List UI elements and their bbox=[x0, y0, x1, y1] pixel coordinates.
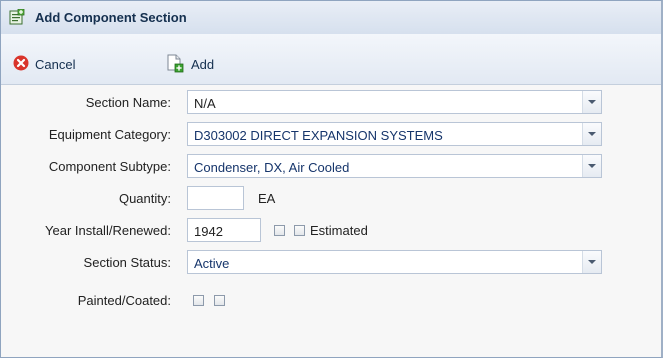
equipment-category-row: Equipment Category: D303002 DIRECT EXPAN… bbox=[1, 122, 661, 148]
cancel-button[interactable]: Cancel bbox=[13, 54, 75, 74]
add-component-section-dialog: Add Component Section Cancel Add Section… bbox=[0, 0, 663, 358]
quantity-row: Quantity: EA bbox=[1, 186, 661, 212]
chevron-down-icon[interactable] bbox=[582, 123, 601, 145]
component-subtype-value: Condenser, DX, Air Cooled bbox=[194, 160, 350, 175]
equipment-category-combo[interactable]: D303002 DIRECT EXPANSION SYSTEMS bbox=[187, 122, 602, 146]
component-subtype-label: Component Subtype: bbox=[48, 159, 171, 174]
coated-checkbox[interactable] bbox=[214, 295, 225, 306]
year-install-input[interactable]: 1942 bbox=[187, 218, 261, 242]
painted-coated-label: Painted/Coated: bbox=[77, 293, 171, 308]
cancel-icon bbox=[13, 55, 35, 74]
form-icon bbox=[9, 8, 25, 25]
dialog-titlebar: Add Component Section bbox=[1, 1, 661, 35]
section-status-value: Active bbox=[194, 256, 230, 271]
component-subtype-row: Component Subtype: Condenser, DX, Air Co… bbox=[1, 154, 661, 180]
add-document-icon bbox=[165, 53, 191, 76]
add-button[interactable]: Add bbox=[165, 54, 214, 74]
dialog-title: Add Component Section bbox=[35, 10, 187, 25]
equipment-category-label: Equipment Category: bbox=[48, 127, 171, 142]
component-subtype-combo[interactable]: Condenser, DX, Air Cooled bbox=[187, 154, 602, 178]
chevron-down-icon[interactable] bbox=[582, 155, 601, 177]
section-status-row: Section Status: Active bbox=[1, 250, 661, 276]
section-name-row: Section Name: N/A bbox=[1, 90, 661, 116]
equipment-category-value: D303002 DIRECT EXPANSION SYSTEMS bbox=[194, 128, 443, 143]
component-section-form: Section Name: N/A Equipment Category: D3… bbox=[1, 85, 661, 357]
section-name-value: N/A bbox=[194, 96, 216, 111]
section-status-combo[interactable]: Active bbox=[187, 250, 602, 274]
add-button-label: Add bbox=[191, 56, 215, 72]
painted-checkbox[interactable] bbox=[193, 295, 204, 306]
quantity-input[interactable] bbox=[187, 186, 244, 210]
year-install-row: Year Install/Renewed: 1942 Estimated bbox=[1, 218, 661, 244]
estimated-checkbox[interactable] bbox=[294, 225, 305, 236]
cancel-button-label: Cancel bbox=[35, 56, 76, 72]
painted-coated-row: Painted/Coated: bbox=[1, 288, 661, 314]
estimated-label: Estimated bbox=[310, 223, 368, 238]
section-name-label: Section Name: bbox=[85, 95, 171, 110]
chevron-down-icon[interactable] bbox=[582, 91, 601, 113]
section-status-label: Section Status: bbox=[83, 255, 171, 270]
section-name-combo[interactable]: N/A bbox=[187, 90, 602, 114]
year-unknown-checkbox[interactable] bbox=[274, 225, 285, 236]
chevron-down-icon[interactable] bbox=[582, 251, 601, 273]
quantity-unit: EA bbox=[258, 191, 276, 206]
quantity-label: Quantity: bbox=[118, 191, 171, 206]
year-install-label: Year Install/Renewed: bbox=[45, 223, 171, 238]
dialog-toolbar: Cancel Add bbox=[1, 34, 661, 85]
